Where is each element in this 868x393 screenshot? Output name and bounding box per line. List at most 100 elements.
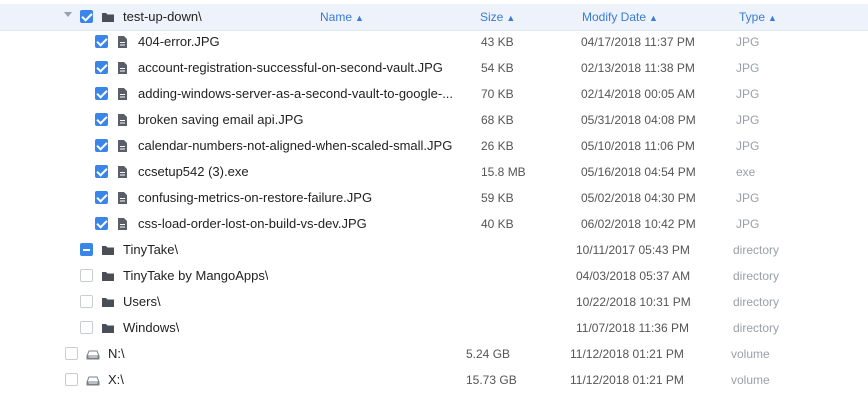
file-checkbox[interactable] <box>95 35 108 48</box>
file-modify-date: 05/10/2018 11:06 PM <box>581 139 695 153</box>
file-size: 68 KB <box>481 113 514 127</box>
file-checkbox[interactable] <box>95 61 108 74</box>
sort-icon[interactable]: ▲︎ <box>649 13 658 23</box>
file-checkbox[interactable] <box>95 87 108 100</box>
folder-row[interactable]: Users\ 10/22/2018 10:31 PM directory <box>0 289 868 315</box>
file-checkbox[interactable] <box>95 217 108 230</box>
column-header-type[interactable]: Type ▲︎ <box>739 4 777 30</box>
file-name: account-registration-successful-on-secon… <box>138 60 443 75</box>
folder-checkbox[interactable] <box>80 243 93 256</box>
file-row[interactable]: ccsetup542 (3).exe 15.8 MB 05/16/2018 04:5… <box>0 159 868 185</box>
folder-checkbox[interactable] <box>80 321 93 334</box>
folder-row[interactable]: TinyTake by MangoApps\ 04/03/2018 05:37 A… <box>0 263 868 289</box>
folder-icon <box>102 13 114 22</box>
file-modify-date: 05/16/2018 04:54 PM <box>581 165 696 179</box>
folder-icon <box>102 246 114 255</box>
folder-name: Windows\ <box>123 320 180 335</box>
drive-row[interactable]: N:\ 5.24 GB 11/12/2018 01:21 PM volume <box>0 341 868 367</box>
folder-modify-date: 10/11/2017 05:43 PM <box>576 243 690 257</box>
drive-row[interactable]: X:\ 15.73 GB 11/12/2018 01:21 PM volume <box>0 367 868 393</box>
drive-checkbox[interactable] <box>65 373 78 386</box>
file-icon <box>118 88 127 100</box>
drive-checkbox[interactable] <box>65 347 78 360</box>
file-name: broken saving email api.JPG <box>138 112 304 127</box>
file-tree: test-up-down\ Name ▲︎ Size ▲︎ Modify Date ▲… <box>0 0 868 387</box>
caret-down-icon[interactable] <box>64 12 72 17</box>
drive-icon <box>86 350 100 360</box>
file-modify-date: 02/14/2018 00:05 AM <box>581 87 696 101</box>
file-size: 15.8 MB <box>481 165 526 179</box>
file-checkbox[interactable] <box>95 165 108 178</box>
file-size: 54 KB <box>481 61 514 75</box>
file-name: confusing-metrics-on-restore-failure.JPG <box>138 190 373 205</box>
file-icon <box>118 192 127 204</box>
file-name: css-load-order-lost-on-build-vs-dev.JPG <box>138 216 367 231</box>
drive-modify-date: 11/12/2018 01:21 PM <box>570 347 684 361</box>
drive-name: X:\ <box>108 372 124 387</box>
drive-size: 5.24 GB <box>466 347 511 361</box>
file-icon <box>118 166 127 178</box>
folder-row[interactable]: TinyTake\ 10/11/2017 05:43 PM directory <box>0 237 868 263</box>
folder-icon <box>102 324 114 333</box>
file-name: ccsetup542 (3).exe <box>138 164 249 179</box>
file-name: calendar-numbers-not-aligned-when-scaled… <box>138 138 453 153</box>
file-checkbox[interactable] <box>95 113 108 126</box>
sort-icon[interactable]: ▲︎ <box>768 13 777 23</box>
folder-modify-date: 04/03/2018 05:37 AM <box>576 269 691 283</box>
file-modify-date: 04/17/2018 11:37 PM <box>581 35 695 49</box>
tree-header-row[interactable]: test-up-down\ Name ▲︎ Size ▲︎ Modify Date ▲… <box>0 4 868 31</box>
drive-size: 15.73 GB <box>466 373 517 387</box>
folder-type: directory <box>733 295 780 309</box>
folder-checkbox[interactable] <box>80 295 93 308</box>
folder-checkbox[interactable] <box>80 10 93 23</box>
column-header-size[interactable]: Size ▲︎ <box>480 4 515 30</box>
file-checkbox[interactable] <box>95 191 108 204</box>
file-modify-date: 05/02/2018 04:30 PM <box>581 191 696 205</box>
file-icon <box>118 36 127 48</box>
sort-icon[interactable]: ▲︎ <box>355 13 364 23</box>
file-size: 43 KB <box>481 35 514 49</box>
folder-type: directory <box>733 269 780 283</box>
drive-icon <box>86 376 100 386</box>
sort-icon[interactable]: ▲︎ <box>506 13 515 23</box>
file-type: JPG <box>736 87 760 101</box>
file-icon <box>118 62 127 74</box>
file-row[interactable]: css-load-order-lost-on-build-vs-dev.JPG 4… <box>0 211 868 237</box>
folder-checkbox[interactable] <box>80 269 93 282</box>
drive-type: volume <box>731 373 770 387</box>
folder-name: TinyTake by MangoApps\ <box>123 268 269 283</box>
folder-modify-date: 11/07/2018 11:36 PM <box>576 321 689 335</box>
folder-name: test-up-down\ <box>123 9 202 24</box>
file-checkbox[interactable] <box>95 139 108 152</box>
file-name: 404-error.JPG <box>138 34 220 49</box>
file-icon <box>118 114 127 126</box>
file-name: adding-windows-server-as-a-second-vault-… <box>138 86 454 101</box>
file-row[interactable]: adding-windows-server-as-a-second-vault-… <box>0 81 868 107</box>
file-size: 40 KB <box>481 217 514 231</box>
file-row[interactable]: calendar-numbers-not-aligned-when-scaled… <box>0 133 868 159</box>
column-header-name[interactable]: Name ▲︎ <box>320 4 364 30</box>
folder-icon <box>102 272 114 281</box>
file-icon <box>118 218 127 230</box>
folder-icon <box>102 298 114 307</box>
folder-name: Users\ <box>123 294 161 309</box>
file-type: JPG <box>736 113 760 127</box>
file-row[interactable]: broken saving email api.JPG 68 KB 05/31/20… <box>0 107 868 133</box>
drive-type: volume <box>731 347 770 361</box>
folder-type: directory <box>733 321 780 335</box>
file-size: 26 KB <box>481 139 514 153</box>
drive-modify-date: 11/12/2018 01:21 PM <box>570 373 684 387</box>
file-modify-date: 06/02/2018 10:42 PM <box>581 217 696 231</box>
file-size: 70 KB <box>481 87 514 101</box>
folder-name: TinyTake\ <box>123 242 179 257</box>
folder-row[interactable]: Windows\ 11/07/2018 11:36 PM directory <box>0 315 868 341</box>
file-row[interactable]: account-registration-successful-on-secon… <box>0 55 868 81</box>
file-modify-date: 02/13/2018 11:38 PM <box>581 61 695 75</box>
file-type: JPG <box>736 139 760 153</box>
file-type: JPG <box>736 61 760 75</box>
file-row[interactable]: 404-error.JPG 43 KB 04/17/2018 11:37 PM JPG <box>0 29 868 55</box>
file-row[interactable]: confusing-metrics-on-restore-failure.JPG… <box>0 185 868 211</box>
file-type: JPG <box>736 191 760 205</box>
column-header-modify-date[interactable]: Modify Date ▲︎ <box>582 4 658 30</box>
file-icon <box>118 140 127 152</box>
